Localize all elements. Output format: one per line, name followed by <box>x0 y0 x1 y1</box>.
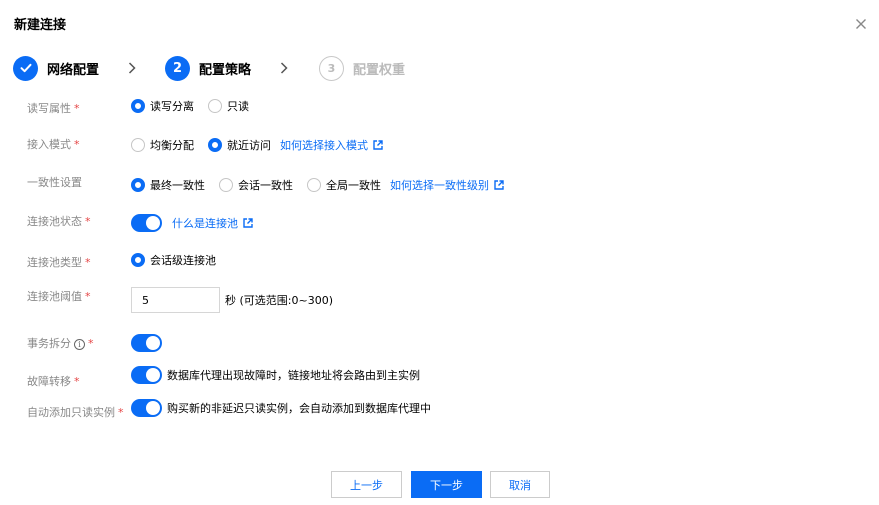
auto-add-ro-label: 自动添加只读实例 * <box>27 406 124 419</box>
pool-status-label: 连接池状态 * <box>27 215 91 228</box>
dialog-title: 新建连接 <box>14 18 67 33</box>
step-label: 网络配置 <box>47 62 100 78</box>
next-button[interactable]: 下一步 <box>411 471 482 498</box>
pool-threshold-control: 秒 (可选范围:0~300) <box>131 287 333 313</box>
step-config-weight: 3 配置权重 <box>319 55 405 81</box>
auto-add-ro-description: 购买新的非延迟只读实例，会自动添加到数据库代理中 <box>167 402 431 415</box>
failover-control: 数据库代理出现故障时，链接地址将会路由到主实例 <box>131 366 420 384</box>
failover-description: 数据库代理出现故障时，链接地址将会路由到主实例 <box>167 369 420 382</box>
radio-session-pool[interactable]: 会话级连接池 <box>131 252 216 268</box>
access-mode-help-link[interactable]: 如何选择接入模式 <box>280 137 383 153</box>
txn-split-label: 事务拆分 i * <box>27 337 94 350</box>
pool-help-link[interactable]: 什么是连接池 <box>172 215 253 231</box>
radio-eventual[interactable]: 最终一致性 <box>131 177 205 193</box>
failover-toggle[interactable] <box>131 366 162 384</box>
chevron-right-icon <box>280 62 288 74</box>
cancel-button[interactable]: 取消 <box>490 471 550 498</box>
pool-threshold-input[interactable] <box>131 287 220 313</box>
consistency-label: 一致性设置 <box>27 176 82 189</box>
step-label: 配置策略 <box>199 62 252 78</box>
pool-type-label: 连接池类型 * <box>27 256 91 269</box>
external-link-icon <box>243 218 253 228</box>
pool-threshold-label: 连接池阈值 * <box>27 290 91 303</box>
prev-button[interactable]: 上一步 <box>331 471 402 498</box>
pool-status-toggle[interactable] <box>131 214 162 232</box>
radio-global[interactable]: 全局一致性 <box>307 177 381 193</box>
rw-attr-radio-group: 读写分离 只读 <box>131 98 263 114</box>
access-mode-label: 接入模式 * <box>27 138 80 151</box>
radio-rw-split[interactable]: 读写分离 <box>131 98 194 114</box>
failover-label: 故障转移 * <box>27 375 80 388</box>
step-network-config: 网络配置 <box>13 55 99 81</box>
step-number: 3 <box>319 55 344 81</box>
external-link-icon <box>373 140 383 150</box>
pool-threshold-hint: 秒 (可选范围:0~300) <box>225 294 333 307</box>
consistency-radio-group: 最终一致性 会话一致性 全局一致性 如何选择一致性级别 <box>131 177 504 193</box>
pool-type-radio-group: 会话级连接池 <box>131 252 230 268</box>
radio-balanced[interactable]: 均衡分配 <box>131 137 194 153</box>
close-icon[interactable] <box>853 16 869 32</box>
access-mode-radio-group: 均衡分配 就近访问 如何选择接入模式 <box>131 137 383 153</box>
chevron-right-icon <box>128 62 136 74</box>
rw-attr-label: 读写属性 * <box>27 102 80 115</box>
step-config-policy: 2 配置策略 <box>165 55 251 81</box>
consistency-help-link[interactable]: 如何选择一致性级别 <box>390 177 504 193</box>
external-link-icon <box>494 180 504 190</box>
radio-nearest[interactable]: 就近访问 <box>208 137 271 153</box>
txn-split-control <box>131 334 162 352</box>
auto-add-ro-toggle[interactable] <box>131 399 162 417</box>
check-icon <box>13 55 38 81</box>
pool-status-control: 什么是连接池 <box>131 214 253 232</box>
step-label: 配置权重 <box>353 62 406 78</box>
txn-split-toggle[interactable] <box>131 334 162 352</box>
step-number: 2 <box>165 55 190 81</box>
radio-session[interactable]: 会话一致性 <box>219 177 293 193</box>
auto-add-ro-control: 购买新的非延迟只读实例，会自动添加到数据库代理中 <box>131 399 431 417</box>
info-icon[interactable]: i <box>74 339 85 350</box>
radio-read-only[interactable]: 只读 <box>208 98 249 114</box>
